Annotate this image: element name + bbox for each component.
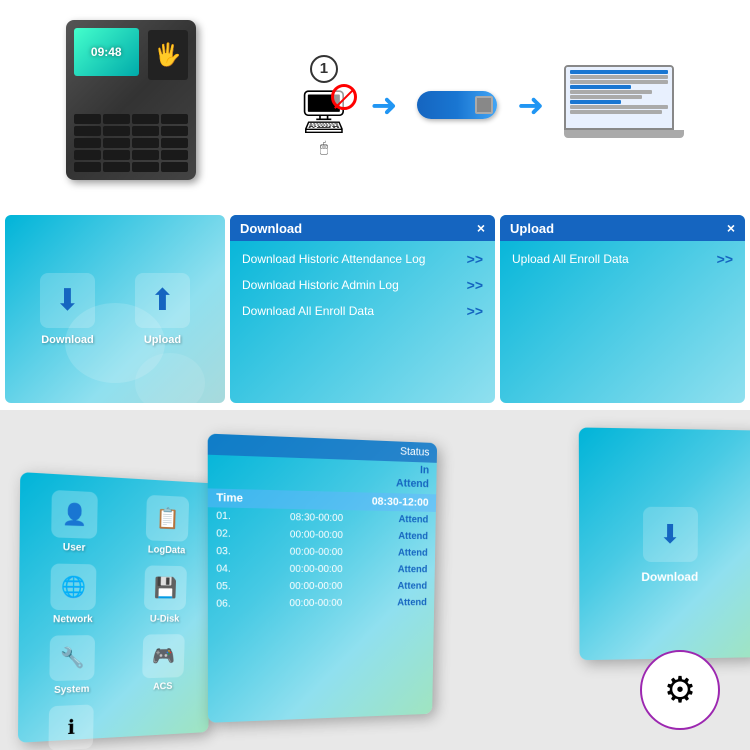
system-icon: 🔧 — [49, 635, 95, 681]
status-label: Status — [400, 446, 430, 459]
download-side-label: Download — [641, 569, 698, 583]
entry-status-5: Attend — [397, 581, 427, 592]
download-side-icon-symbol: ⬇ — [659, 518, 681, 549]
download-label: Download — [41, 334, 94, 346]
arrow-2: ➜ — [517, 86, 544, 124]
system-label: System — [54, 684, 90, 696]
gear-icon-circle: ⚙ — [640, 650, 720, 730]
upload-menu-panel: Upload × Upload All Enroll Data >> — [500, 215, 745, 403]
log-entry-4: 04. 00:00-00:00 Attend — [208, 560, 435, 578]
download-enroll-label: Download All Enroll Data — [242, 304, 374, 318]
step-number: 1 — [310, 55, 338, 83]
entry-num-1: 01. — [216, 511, 231, 523]
chevron-right-icon-2: >> — [467, 277, 483, 293]
top-section: 09:48 🖐 1 🖥 — [0, 0, 750, 210]
middle-section: ⬇ Download ⬆ Upload Download × Download … — [0, 210, 750, 410]
menu-about-item[interactable]: ℹ About — [28, 704, 113, 750]
menu-logdata-item[interactable]: 📋 LogData — [126, 494, 207, 557]
upload-enroll-item[interactable]: Upload All Enroll Data >> — [508, 249, 737, 269]
entry-num-6: 06. — [216, 598, 231, 609]
entry-time-6: 00:00-00:00 — [289, 598, 342, 609]
logdata-label: LogData — [148, 544, 186, 556]
entry-time-4: 00:00-00:00 — [290, 564, 343, 575]
network-label: Network — [53, 614, 93, 625]
entry-status-4: Attend — [398, 564, 428, 575]
entry-time-5: 00:00-00:00 — [290, 581, 343, 592]
gear-container[interactable]: ⚙ — [640, 650, 720, 730]
gear-icon: ⚙ — [664, 669, 696, 711]
log-entry-6: 06. 00:00-00:00 Attend — [208, 594, 434, 612]
log-entry-5: 05. 00:00-00:00 Attend — [208, 578, 435, 596]
download-attendance-label: Download Historic Attendance Log — [242, 252, 425, 266]
download-admin-label: Download Historic Admin Log — [242, 278, 399, 292]
upload-label: Upload — [144, 334, 181, 346]
entry-num-4: 04. — [216, 563, 231, 574]
upload-icon-item[interactable]: ⬆ Upload — [135, 273, 190, 346]
chevron-right-icon-4: >> — [717, 251, 733, 267]
download-enroll-item[interactable]: Download All Enroll Data >> — [238, 301, 487, 321]
download-menu-title: Download — [240, 221, 302, 236]
entry-status-3: Attend — [398, 548, 428, 559]
download-icon-item[interactable]: ⬇ Download — [40, 273, 95, 346]
download-attendance-item[interactable]: Download Historic Attendance Log >> — [238, 249, 487, 269]
entry-num-5: 05. — [216, 581, 231, 592]
download-menu-panel: Download × Download Historic Attendance … — [230, 215, 495, 403]
download-admin-item[interactable]: Download Historic Admin Log >> — [238, 275, 487, 295]
entry-status-2: Attend — [398, 531, 428, 542]
in-label: In — [420, 464, 429, 476]
device-time: 09:48 — [91, 45, 122, 59]
acs-icon: 🎮 — [142, 634, 185, 678]
usb-drive — [417, 91, 497, 119]
device-menu-panel: 👤 User 📋 LogData 🌐 Network 💾 U-Disk 🔧 Sy… — [18, 472, 217, 743]
entry-num-2: 02. — [216, 528, 231, 540]
download-menu-items: Download Historic Attendance Log >> Down… — [230, 241, 495, 329]
upload-enroll-label: Upload All Enroll Data — [512, 252, 629, 266]
menu-user-item[interactable]: 👤 User — [30, 489, 118, 555]
about-icon: ℹ — [48, 704, 93, 750]
time-range: 08:30-12:00 — [372, 496, 429, 509]
entry-time-1: 08:30-00:00 — [290, 512, 343, 524]
udisk-icon: 💾 — [144, 565, 187, 610]
download-side-icon: ⬇ — [642, 506, 697, 561]
menu-network-item[interactable]: 🌐 Network — [29, 563, 116, 625]
logdata-icon: 📋 — [146, 495, 190, 542]
attend-label: Attend — [396, 477, 429, 490]
user-icon: 👤 — [51, 490, 98, 539]
transfer-diagram: 1 🖥 🖱 ➜ ➜ — [297, 55, 684, 156]
arrow-1: ➜ — [371, 86, 398, 124]
download-menu-header: Download × — [230, 215, 495, 241]
chevron-right-icon-3: >> — [467, 303, 483, 319]
log-entry-3: 03. 00:00-00:00 Attend — [208, 543, 435, 562]
attendance-log-panel: Status In Attend Time 08:30-12:00 01. 08… — [208, 434, 437, 723]
network-icon: 🌐 — [50, 563, 96, 610]
entry-time-3: 00:00-00:00 — [290, 547, 343, 558]
download-close-button[interactable]: × — [477, 220, 485, 236]
menu-udisk-item[interactable]: 💾 U-Disk — [124, 565, 205, 625]
upload-icon: ⬆ — [150, 283, 175, 318]
bottom-section: 👤 User 📋 LogData 🌐 Network 💾 U-Disk 🔧 Sy… — [0, 410, 750, 750]
fingerprint-device: 09:48 🖐 — [66, 20, 226, 190]
entry-time-2: 00:00-00:00 — [290, 529, 343, 541]
entry-status-6: Attend — [397, 597, 427, 608]
acs-label: ACS — [153, 681, 173, 692]
menu-acs-item[interactable]: 🎮 ACS — [123, 634, 203, 694]
user-label: User — [63, 542, 86, 554]
download-side-panel: ⬇ Download — [579, 427, 750, 660]
upload-menu-header: Upload × — [500, 215, 745, 241]
upload-menu-items: Upload All Enroll Data >> — [500, 241, 745, 277]
upload-close-button[interactable]: × — [727, 220, 735, 236]
icons-panel: ⬇ Download ⬆ Upload — [5, 215, 225, 403]
udisk-label: U-Disk — [150, 614, 180, 625]
upload-menu-title: Upload — [510, 221, 554, 236]
download-icon: ⬇ — [55, 283, 80, 318]
no-computer-icon: 🖥 🖱 — [297, 88, 350, 156]
entry-status-1: Attend — [398, 514, 428, 525]
entry-num-3: 03. — [216, 546, 231, 557]
chevron-right-icon: >> — [467, 251, 483, 267]
laptop-icon — [564, 65, 684, 145]
menu-system-item[interactable]: 🔧 System — [29, 635, 115, 697]
